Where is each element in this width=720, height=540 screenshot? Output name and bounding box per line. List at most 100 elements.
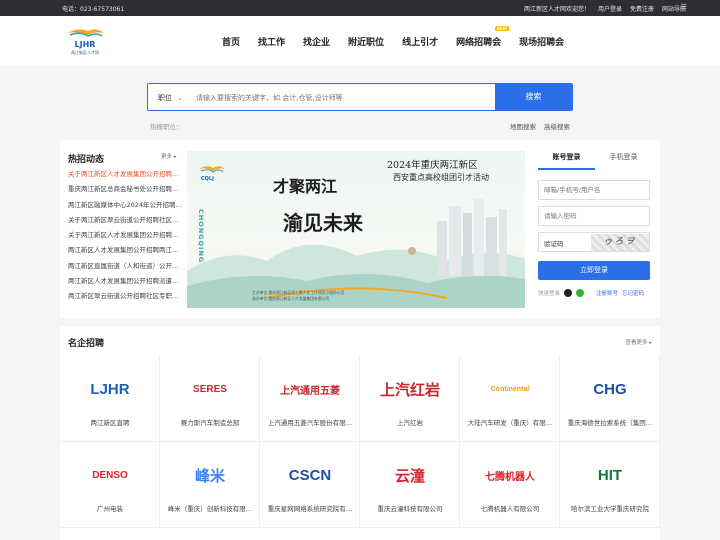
company-name: 重庆星网网络系统研究院有… (267, 505, 353, 513)
company-more-link[interactable]: 查看更多 ▸ (625, 338, 652, 346)
company-card[interactable]: HIT 哈尔滨工业大学重庆研究院 (560, 442, 660, 528)
company-card[interactable]: 云潼重庆云潼科技有限公司 (360, 442, 460, 528)
company-logo: DENSO (80, 458, 140, 492)
site-header: LJHR 两江新区人才网 首页 找工作 找企业 附近职位 线上引才 网络招聘会 N… (0, 16, 720, 66)
search-input[interactable] (196, 90, 486, 105)
tab-account-login[interactable]: 账号登录 (538, 152, 595, 170)
captcha-field[interactable]: 验证码 ゥろヲ (538, 232, 650, 252)
banner-logo: CQLJ (197, 163, 227, 187)
search-category-label: 职位 (158, 94, 172, 102)
tab-phone-login[interactable]: 手机登录 (595, 152, 652, 170)
nav-home[interactable]: 首页 (222, 35, 240, 48)
company-logo: 上汽通用五菱 (280, 372, 340, 406)
hot-search-label: 热搜职位： (150, 123, 183, 131)
company-card[interactable]: SERES 赛力斯汽车制造总部 (160, 356, 260, 442)
company-more-label: 查看更多 (625, 340, 648, 346)
company-card[interactable]: 峰米 峰米（重庆）创新科技有限… (160, 442, 260, 528)
login-submit-button[interactable]: 立即登录 (538, 261, 650, 280)
company-grid: LJHR 两江新区直聘 SERES 赛力斯汽车制造总部 上汽通用五菱上汽通用五菱汽车股份… (60, 356, 660, 528)
company-logo-text: Continental (490, 385, 530, 393)
promo-banner[interactable]: CQLJ CHONGQING 才聚两江 渝见未来 2024年重庆两江新区 西安重… (187, 151, 525, 308)
password-field[interactable] (538, 206, 650, 226)
company-logo-text: LJHR (90, 380, 130, 398)
svg-text:两江新区人才网: 两江新区人才网 (71, 49, 99, 55)
nav-online-fair[interactable]: 网络招聘会 NEW (456, 26, 510, 48)
banner-title: 2024年重庆两江新区 (387, 160, 478, 171)
nav-nearby-jobs[interactable]: 附近职位 (348, 35, 384, 48)
news-list: 关于两江新区人才发展集团公开招聘… 重庆两江新区总商会秘书处公开招聘… 两江新区… (68, 167, 183, 305)
company-name: 峰米（重庆）创新科技有限… (167, 505, 253, 513)
company-card[interactable]: 七腾机器人七腾机器人有限公司 (460, 442, 560, 528)
company-name: 上汽红岩 (397, 419, 423, 427)
wechat-icon[interactable] (576, 289, 585, 297)
menu-icon[interactable]: ☰ (681, 3, 687, 11)
company-card[interactable]: Continental 大陆汽车研发（重庆）有限… (460, 356, 560, 442)
news-item[interactable]: 两江新区翠云街道公开招聘社区专职… (68, 289, 183, 304)
company-logo-text: CHG (593, 380, 627, 398)
company-section: 名企招聘 查看更多 ▸ LJHR 两江新区直聘 SERES 赛力斯汽车制造总部 上汽通用… (60, 326, 660, 540)
company-logo: 云潼 (380, 458, 440, 492)
login-tabs: 账号登录 手机登录 (538, 152, 652, 170)
qq-icon[interactable] (564, 289, 573, 297)
search-links: 地图搜索 高级搜索 (510, 121, 570, 131)
company-name: 广州电装 (97, 505, 123, 513)
company-name: 重庆海德世拉索系统（集团… (567, 419, 653, 427)
company-logo: 上汽红岩 (380, 372, 440, 406)
username-field[interactable] (538, 180, 650, 200)
banner-logo-text: CQLJ (201, 176, 214, 182)
news-item[interactable]: 两江新区人才发展集团公开招聘派遣… (68, 274, 183, 289)
news-item[interactable]: 关于两江新区翠云街道公开招聘社区… (68, 213, 183, 228)
banner-organizer-2: 承办单位:重庆两江新区人才发展集团有限公司 (252, 296, 330, 301)
quick-login: 快速登录 注册账号 忘记密码 (538, 289, 652, 297)
company-name: 两江新区直聘 (90, 419, 130, 427)
company-logo: Continental (480, 372, 540, 406)
company-logo-text: CSCN (288, 466, 332, 484)
search-button[interactable]: 搜索 (495, 84, 572, 110)
company-card[interactable]: 上汽红岩 上汽红岩 (360, 356, 460, 442)
nav-find-job[interactable]: 找工作 (258, 35, 285, 48)
news-item[interactable]: 关于两江新区人才发展集团公开招聘… (68, 167, 183, 182)
news-item[interactable]: 两江新区融媒体中心2024年公开招聘… (68, 198, 183, 213)
company-logo-text: 上汽红岩 (380, 381, 441, 399)
company-card[interactable]: LJHR 两江新区直聘 (60, 356, 160, 442)
banner-organizer: 主办单位:重庆两江新区党工委人才工作领导小组办公室 承办单位:重庆两江新区人才发… (252, 290, 344, 302)
banner-subtitle: 西安重点高校组团引才活动 (393, 173, 489, 182)
svg-text:LJHR: LJHR (75, 40, 96, 49)
news-more-link[interactable]: 更多 ▸ (161, 152, 177, 160)
advanced-search-link[interactable]: 高级搜索 (544, 121, 570, 131)
company-logo: CHG (580, 372, 640, 406)
site-logo[interactable]: LJHR 两江新区人才网 (64, 25, 106, 57)
register-account-link[interactable]: 注册账号 (596, 289, 618, 297)
company-section-title: 名企招聘 (68, 339, 105, 349)
map-search-link[interactable]: 地图搜索 (510, 121, 536, 131)
company-logo: SERES (180, 372, 240, 406)
nav-onsite-fair[interactable]: 现场招聘会 (519, 35, 564, 48)
company-card[interactable]: CHG 重庆海德世拉索系统（集团… (560, 356, 660, 442)
news-item[interactable]: 两江新区直属街道（人和街道）公开… (68, 259, 183, 274)
company-card[interactable]: 上汽通用五菱上汽通用五菱汽车股份有限… (260, 356, 360, 442)
search-category-select[interactable]: 职位 ⌄ (158, 93, 183, 103)
company-name: 上汽通用五菱汽车股份有限… (267, 419, 353, 427)
banner-slogan-1: 才聚两江 (273, 177, 338, 196)
forgot-password-link[interactable]: 忘记密码 (622, 289, 644, 297)
news-item[interactable]: 关于两江新区人才发展集团公开招聘… (68, 228, 183, 243)
company-name: 七腾机器人有限公司 (480, 505, 540, 513)
company-logo-text: 云潼 (394, 467, 425, 485)
news-item[interactable]: 重庆两江新区总商会秘书处公开招聘… (68, 182, 183, 197)
company-logo-text: SERES (193, 383, 227, 395)
new-badge: NEW (494, 26, 510, 31)
captcha-image[interactable]: ゥろヲ (591, 234, 649, 251)
company-card[interactable]: CSCN 重庆星网网络系统研究院有… (260, 442, 360, 528)
nav-online-recruit[interactable]: 线上引才 (402, 35, 438, 48)
welcome-text: 两江新区人才网欢迎您！ (523, 6, 590, 13)
nav-find-company[interactable]: 找企业 (303, 35, 330, 48)
company-card[interactable]: DENSO 广州电装 (60, 442, 160, 528)
company-logo-text: DENSO (92, 469, 128, 481)
company-name: 重庆云潼科技有限公司 (377, 505, 443, 513)
login-link[interactable]: 用户登录 (598, 4, 622, 13)
banner-slogan-2: 渝见未来 (283, 211, 363, 235)
company-logo-text: 七腾机器人 (485, 471, 535, 483)
company-logo: LJHR (80, 372, 140, 406)
news-item[interactable]: 两江新区人才发展集团公开招聘两江… (68, 243, 183, 258)
register-link[interactable]: 免费注册 (630, 4, 654, 13)
